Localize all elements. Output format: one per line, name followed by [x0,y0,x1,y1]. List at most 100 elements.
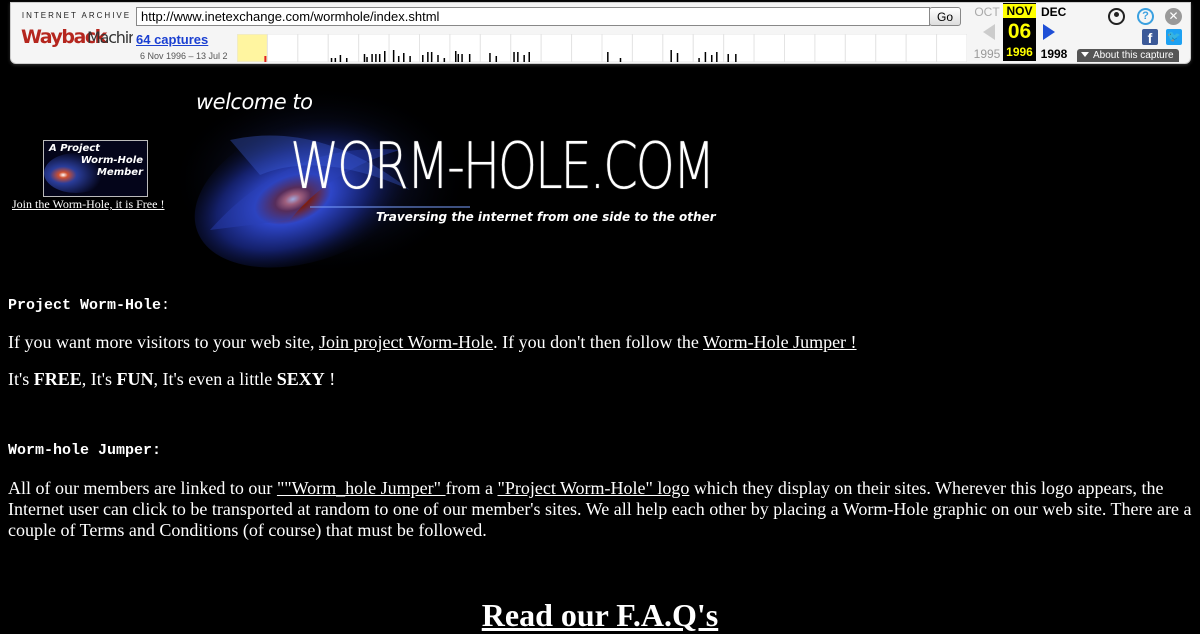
intro-text-1: If you want more visitors to your web si… [8,332,319,352]
sparkline-capture-bar [339,55,342,62]
site-title: WORM-HOLE.COM [290,130,716,204]
about-capture-label: About this capture [1093,50,1174,61]
sparkline-capture-bar [384,51,386,62]
sparkline-year-column[interactable] [814,34,846,62]
sparkline-capture-bar [345,58,348,62]
sparkline-capture-bar [710,55,713,62]
intro-paragraph: If you want more visitors to your web si… [8,332,857,353]
sparkline-capture-bar [517,52,519,62]
capture-sparkline[interactable] [237,34,967,62]
site-tagline: Traversing the internet from one side to… [376,210,716,224]
sexy-word: SEXY [276,369,325,389]
sparkline-capture-bar [437,55,439,62]
next-year-label[interactable]: 1998 [1035,47,1073,61]
wayback-logo[interactable]: INTERNET ARCHIVE Wayback Machine [19,11,134,51]
next-month-label[interactable]: DEC [1041,5,1079,19]
sparkline-year-column[interactable] [449,34,481,62]
sparkline-capture-bar [489,53,491,62]
sparkline-capture-bar [670,50,672,62]
sparkline-current-marker [264,56,267,62]
wayback-panel: INTERNET ARCHIVE Wayback Machine http://… [10,2,1191,64]
wayback-machine-logo: Wayback Machine [21,26,133,48]
sparkline-year-column[interactable] [936,34,967,62]
next-capture-arrow-icon[interactable] [1043,24,1055,40]
captures-link[interactable]: 64 captures [136,32,208,47]
sparkline-capture-bar [403,53,405,62]
free-fun-text-1: It's [8,369,34,389]
heading-colon: : [161,297,171,314]
sparkline-capture-bar [523,55,525,62]
go-button[interactable]: Go [929,7,961,26]
sparkline-year-column[interactable] [419,34,451,62]
welcome-text: welcome to [196,90,313,114]
twitter-icon[interactable]: 🐦 [1166,29,1182,45]
join-project-link[interactable]: Join project Worm-Hole [319,332,493,352]
sparkline-capture-bar [698,58,700,62]
sparkline-year-column[interactable] [753,34,786,62]
wayback-toolbar: INTERNET ARCHIVE Wayback Machine http://… [0,0,1200,66]
sparkline-year-column[interactable] [327,34,360,62]
sparkline-year-column[interactable] [875,34,907,62]
sparkline-capture-bar [430,52,433,62]
sparkline-year-column[interactable] [631,34,664,62]
sparkline-capture-bar [676,53,679,62]
sparkline-capture-bar [363,54,366,62]
svg-text:Machine: Machine [87,28,133,47]
sparkline-year-column[interactable] [510,34,542,62]
close-icon[interactable]: ✕ [1165,8,1182,25]
sparkline-capture-bar [727,54,729,62]
user-icon[interactable] [1108,8,1125,25]
faq-heading[interactable]: Read our F.A.Q's [0,597,1200,634]
sparkline-capture-bar [378,54,381,62]
capture-date-range: 6 Nov 1996 – 13 Jul 2 [140,51,228,61]
jumper-heading: Worm-hole Jumper: [8,442,162,459]
sparkline-year-column[interactable] [297,34,329,62]
sparkline-year-column[interactable] [266,34,299,62]
facebook-icon[interactable]: f [1142,29,1158,46]
sparkline-capture-bar [443,58,446,62]
sparkline-capture-bar [704,52,707,62]
project-member-badge[interactable]: A Project Worm-Hole Member [43,140,148,197]
help-icon[interactable]: ? [1137,8,1154,25]
current-year: 1996 [1006,45,1033,59]
project-wormhole-heading-text: Project Worm-Hole [8,297,162,314]
wormhole-jumper-link[interactable]: Worm-Hole Jumper ! [703,332,857,352]
project-wormhole-logo-link[interactable]: "Project Worm-Hole" logo [498,478,690,498]
sparkline-year-column[interactable] [692,34,725,62]
fun-word: FUN [116,369,154,389]
sparkline-year-column[interactable] [784,34,816,62]
free-fun-paragraph: It's FREE, It's FUN, It's even a little … [8,369,335,390]
sparkline-capture-bar [716,52,718,62]
badge-line-3: Member [96,167,143,178]
about-capture-button[interactable]: About this capture [1077,49,1179,62]
sparkline-capture-bar [457,54,460,62]
sparkline-capture-bar [468,54,471,62]
intro-text-2: . If you don't then follow the [493,332,704,352]
sparkline-year-column[interactable] [905,34,938,62]
sparkline-year-column[interactable] [237,34,268,62]
sparkline-capture-bar [409,56,411,62]
sparkline-capture-bar [495,56,498,62]
caret-down-icon [1081,52,1089,57]
sparkline-capture-bar [619,58,622,62]
prev-capture-arrow-icon[interactable] [983,24,995,40]
free-fun-text-3: , It's even a little [153,369,277,389]
free-fun-text-2: , It's [81,369,117,389]
sparkline-year-column[interactable] [844,34,877,62]
badge-line-1: A Project [49,143,100,154]
sparkline-capture-bar [397,56,400,62]
url-input[interactable]: http://www.inetexchange.com/wormhole/ind… [136,7,930,26]
sparkline-year-column[interactable] [540,34,573,62]
sparkline-capture-bar [392,50,395,62]
wormhole-jumper-link-2[interactable]: ""Worm_hole Jumper" [277,478,446,498]
join-free-link[interactable]: Join the Worm-Hole, it is Free ! [12,197,164,212]
prev-month-label[interactable]: OCT [968,5,1006,19]
internet-archive-label: INTERNET ARCHIVE [21,11,132,20]
sparkline-year-column[interactable] [571,34,603,62]
sparkline-year-column[interactable] [601,34,633,62]
prev-year-label[interactable]: 1995 [968,47,1006,61]
current-capture-date: NOV 06 1996 [1003,3,1036,61]
current-day: 06 [1007,20,1032,43]
project-wormhole-heading: Project Worm-Hole: [8,297,170,314]
sparkline-capture-bar [461,54,463,62]
